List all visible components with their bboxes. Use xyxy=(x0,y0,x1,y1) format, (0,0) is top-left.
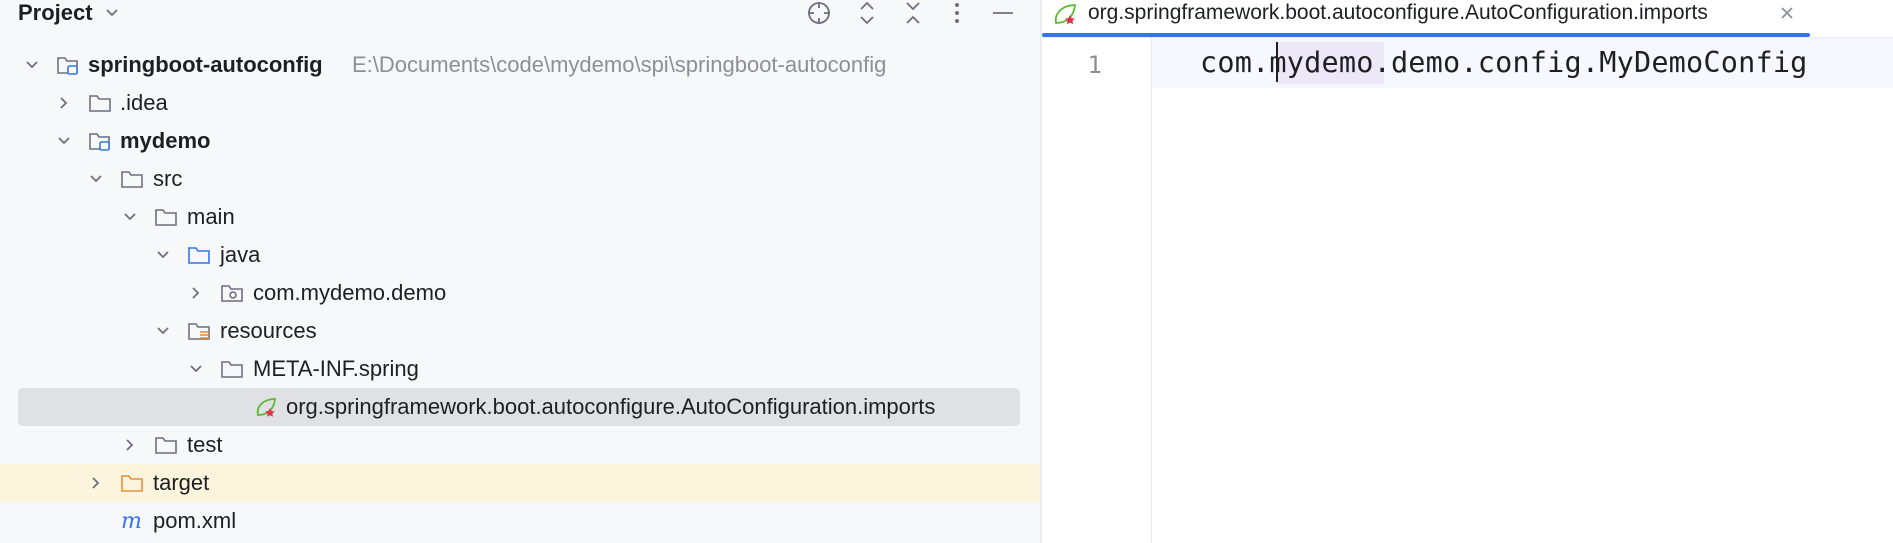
minimize-icon[interactable] xyxy=(988,0,1018,26)
excluded-folder-icon xyxy=(121,475,143,492)
tree-node-java[interactable]: java xyxy=(0,236,1040,274)
spring-file-icon xyxy=(256,398,276,417)
crosshair-icon[interactable] xyxy=(804,0,834,26)
tree-node-mydemo[interactable]: mydemo xyxy=(0,122,1040,160)
current-line-highlight: com.mydemo.demo.config.MyDemoConfig xyxy=(1152,38,1893,88)
tree-node-path: E:\Documents\code\mydemo\spi\springboot-… xyxy=(352,52,887,77)
tree-node-label: mydemo xyxy=(120,128,211,153)
tree-node-label: META-INF.spring xyxy=(253,356,419,381)
active-tab-indicator xyxy=(1042,33,1810,37)
folder-icon xyxy=(221,361,243,378)
chevron-down-icon[interactable] xyxy=(56,133,72,149)
chevron-down-icon[interactable] xyxy=(24,57,40,73)
tree-node-pom-xml[interactable]: m pom.xml xyxy=(0,502,1040,540)
tree-node-label: test xyxy=(187,432,223,457)
tree-node-resources[interactable]: resources xyxy=(0,312,1040,350)
tree-node-label: springboot-autoconfig xyxy=(88,52,323,77)
module-folder-icon xyxy=(89,133,110,151)
code-editor[interactable]: com.mydemo.demo.config.MyDemoConfig xyxy=(1152,38,1893,543)
folder-icon xyxy=(89,95,111,112)
tree-node-idea[interactable]: .idea xyxy=(0,84,1040,122)
package-icon xyxy=(221,285,243,302)
module-folder-icon xyxy=(57,57,78,75)
tree-node-label: org.springframework.boot.autoconfigure.A… xyxy=(286,394,936,419)
chevron-right-icon[interactable] xyxy=(56,95,72,111)
text-caret xyxy=(1276,42,1278,82)
editor-tab-autoconfiguration-imports[interactable]: org.springframework.boot.autoconfigure.A… xyxy=(1042,0,1810,38)
tree-node-label: src xyxy=(153,166,183,191)
tree-node-springboot-autoconfig[interactable]: springboot-autoconfig E:\Documents\code\… xyxy=(0,46,1040,84)
editor-gutter[interactable]: 1 xyxy=(1042,38,1152,543)
folder-icon xyxy=(121,171,143,188)
tree-node-test[interactable]: test xyxy=(0,426,1040,464)
resources-folder-icon xyxy=(188,323,210,340)
tree-node-meta-inf-spring[interactable]: META-INF.spring xyxy=(0,350,1040,388)
svg-text:m: m xyxy=(121,510,142,532)
tree-node-com-mydemo-demo[interactable]: com.mydemo.demo xyxy=(0,274,1040,312)
spring-file-icon xyxy=(1054,4,1076,25)
chevron-down-icon[interactable] xyxy=(188,361,204,377)
tree-node-label: pom.xml xyxy=(153,508,237,533)
collapse-all-icon[interactable] xyxy=(898,0,928,26)
more-vertical-icon[interactable] xyxy=(942,0,972,26)
editor-tab-label: org.springframework.boot.autoconfigure.A… xyxy=(1088,1,1708,24)
chevron-down-icon[interactable] xyxy=(155,323,171,339)
tree-node-label: .idea xyxy=(120,90,168,115)
tree-node-src[interactable]: src xyxy=(0,160,1040,198)
chevron-down-icon[interactable] xyxy=(122,209,138,225)
tree-node-label: main xyxy=(187,204,235,229)
project-tool-window: Project springboot-autoconfig E:\Documen… xyxy=(0,0,1040,543)
tree-node-label: target xyxy=(153,470,210,495)
chevron-right-icon[interactable] xyxy=(122,437,138,453)
tree-node-label: java xyxy=(220,242,261,267)
tree-node-main[interactable]: main xyxy=(0,198,1040,236)
project-panel-header: Project xyxy=(0,0,1040,26)
tree-node-label: resources xyxy=(220,318,317,343)
chevron-right-icon[interactable] xyxy=(88,475,104,491)
source-folder-icon xyxy=(188,247,210,264)
tree-node-label: com.mydemo.demo xyxy=(253,280,447,305)
folder-icon xyxy=(155,437,177,454)
chevron-down-icon[interactable] xyxy=(104,6,120,20)
chevron-right-icon[interactable] xyxy=(188,285,204,301)
project-panel-title[interactable]: Project xyxy=(18,0,93,26)
editor-tab-bar: org.springframework.boot.autoconfigure.A… xyxy=(1042,0,1893,38)
code-line-text[interactable]: com.mydemo.demo.config.MyDemoConfig xyxy=(1200,46,1808,80)
line-number: 1 xyxy=(1087,51,1102,79)
tree-node-target[interactable]: target xyxy=(0,464,1040,502)
tree-node-autoconfiguration-imports[interactable]: org.springframework.boot.autoconfigure.A… xyxy=(0,388,1040,426)
chevron-down-icon[interactable] xyxy=(155,247,171,263)
expand-all-icon[interactable] xyxy=(852,0,882,26)
folder-icon xyxy=(155,209,177,226)
editor-pane: org.springframework.boot.autoconfigure.A… xyxy=(1042,0,1893,543)
chevron-down-icon[interactable] xyxy=(88,171,104,187)
maven-file-icon: m xyxy=(121,510,142,532)
close-icon[interactable] xyxy=(1778,4,1796,22)
